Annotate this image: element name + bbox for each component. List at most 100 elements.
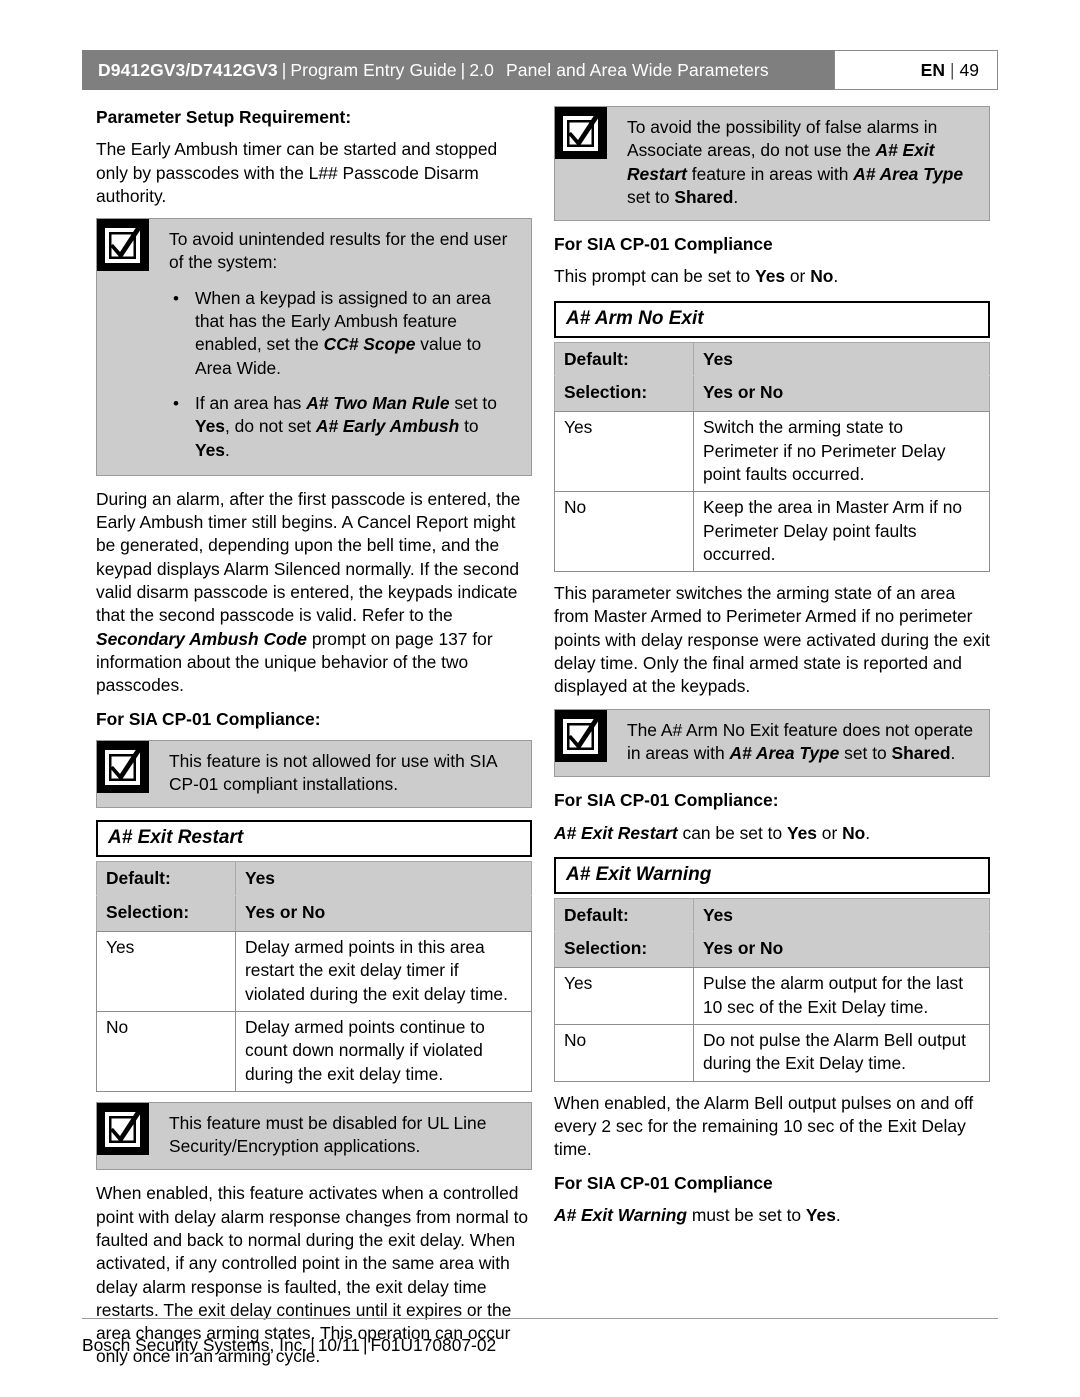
notice-text-part-3: . [950,742,956,763]
bullet-text-6: to [459,416,479,437]
notice-emphasis-area-type: A# Area Type [853,163,964,184]
table-row-default: Default: Yes [554,897,990,933]
notice-body: The A# Arm No Exit feature does not oper… [607,710,989,777]
param-table-exit-restart: Default: Yes Selection: Yes or No Yes De… [96,861,532,1092]
notice-body: To avoid unintended results for the end … [149,219,531,475]
option-description: Keep the area in Master Arm if no Perime… [693,491,990,573]
notice-bullet-item: When a keypad is assigned to an area tha… [173,287,517,380]
left-column: Parameter Setup Requirement: The Early A… [96,106,532,1379]
notice-checkbox-icon [97,219,149,272]
option-key: Yes [96,931,236,1012]
notice-intro: To avoid unintended results for the end … [169,229,508,273]
sia-text-1-bold-yes: Yes [755,266,786,287]
notice-emphasis-area-type: A# Area Type [729,742,840,763]
sia-compliance-heading-2: For SIA CP-01 Compliance: [554,790,779,811]
param-title-arm-no-exit: A# Arm No Exit [554,300,990,338]
default-value: Yes [235,861,532,896]
table-row: Yes Delay armed points in this area rest… [96,931,532,1012]
header-section: Panel and Area Wide Parameters [505,59,769,80]
param-title-exit-restart: A# Exit Restart [96,820,532,858]
param-title-exit-warning: A# Exit Warning [554,856,990,894]
bullet-bold-yes-1: Yes [195,416,225,437]
notice-text-part-2: set to [839,742,892,763]
sia-text-3-bold-yes: Yes [805,1204,836,1225]
alarm-paragraph: During an alarm, after the first passcod… [96,488,532,698]
table-row-selection: Selection: Yes or No [554,375,990,413]
sia-compliance-heading-1: For SIA CP-01 Compliance [554,234,773,255]
sia-text-1-part-1: This prompt can be set to [554,266,756,287]
bullet-bold-yes-2: Yes [195,439,225,460]
sia-text-1-bold-no: No [810,266,834,287]
notice-text-part-3: set to [627,186,675,207]
option-key: Yes [554,967,694,1026]
notice-box-false-alarms: To avoid the possibility of false alarms… [554,106,990,222]
default-value: Yes [693,897,990,933]
option-key: Yes [554,411,694,493]
notice-bullet-item: If an area has A# Two Man Rule set to Ye… [173,392,517,462]
notice-text: This feature must be disabled for UL Lin… [169,1112,487,1157]
table-row-default: Default: Yes [554,341,990,377]
footer-separator-2: | [362,1335,368,1355]
notice-box-sia-not-allowed: This feature is not allowed for use with… [96,739,532,809]
alarm-paragraph-part-1: During an alarm, after the first passcod… [96,488,521,626]
sia-text-2-bold-yes: Yes [786,822,817,843]
notice-checkbox-icon [97,740,149,793]
footer-company: Bosch Security Systems, Inc. [82,1335,308,1355]
option-key: No [96,1010,236,1092]
notice-checkbox-icon [97,1102,149,1155]
parameter-setup-heading: Parameter Setup Requirement: [96,107,352,127]
header-separator-3: | [949,59,955,80]
footer-separator-1: | [310,1335,315,1355]
selection-label: Selection: [554,931,694,969]
footer-date: 10/11 [317,1335,360,1355]
notice-bold-shared: Shared [674,186,734,207]
notice-checkbox-icon [555,107,607,159]
bullet-text-4: set to [449,392,497,413]
notice-box-arm-no-exit-shared: The A# Arm No Exit feature does not oper… [554,708,990,778]
param-table-arm-no-exit: Default: Yes Selection: Yes or No Yes Sw… [554,341,990,573]
table-row-default: Default: Yes [96,861,532,896]
bullet-text-5: , do not set [224,416,316,437]
notice-text-part-4: . [733,186,739,207]
notice-box-unintended-results: To avoid unintended results for the end … [96,218,532,476]
arm-no-exit-paragraph: This parameter switches the arming state… [554,583,990,697]
default-label: Default: [96,861,236,896]
sia-text-2-emphasis: A# Exit Restart [554,822,678,843]
table-row: Yes Pulse the alarm output for the last … [554,967,990,1026]
notice-box-ul-line-security: This feature must be disabled for UL Lin… [96,1101,532,1171]
option-description: Switch the arming state to Perimeter if … [693,411,990,493]
selection-value: Yes or No [693,375,990,413]
sia-text-3-emphasis: A# Exit Warning [554,1204,688,1225]
selection-label: Selection: [96,894,236,933]
selection-value: Yes or No [235,894,532,933]
sia-text-1: This prompt can be set to Yes or No. [554,265,990,288]
notice-text: The A# Arm No Exit feature does not oper… [627,719,975,766]
header-title-bar: D9412GV3/D7412GV3 | Program Entry Guide | 2.… [82,50,834,90]
selection-label: Selection: [554,375,694,413]
header-separator-2: | [460,59,466,80]
page-header: D9412GV3/D7412GV3 | Program Entry Guide | 2.… [82,50,998,90]
selection-value: Yes or No [693,931,990,969]
header-page-number: 49 [959,59,979,80]
option-description: Do not pulse the Alarm Bell output durin… [693,1024,990,1082]
header-language: EN [920,59,945,80]
sia-compliance-heading-3: For SIA CP-01 Compliance [554,1172,773,1193]
table-row: No Delay armed points continue to count … [96,1010,532,1092]
header-guide: Program Entry Guide [290,59,457,80]
setup-paragraph: The Early Ambush timer can be started an… [96,139,498,206]
sia-text-3: A# Exit Warning must be set to Yes. [554,1204,990,1227]
exit-warning-paragraph: When enabled, the Alarm Bell output puls… [554,1092,974,1160]
option-key: No [554,491,694,573]
notice-text: This feature is not allowed for use with… [169,750,497,795]
table-row: No Do not pulse the Alarm Bell output du… [554,1024,990,1082]
default-label: Default: [554,341,694,377]
bullet-emphasis-cc-scope: CC# Scope [323,334,416,355]
notice-text: To avoid the possibility of false alarms… [627,116,975,209]
notice-text-part-2: feature in areas with [686,163,854,184]
notice-body: This feature must be disabled for UL Lin… [149,1103,531,1170]
header-language-page: EN | 49 [834,50,998,90]
header-version: 2.0 [469,59,494,80]
default-label: Default: [554,897,694,933]
default-value: Yes [693,341,990,377]
sia-text-2-part-3: . [865,822,871,843]
